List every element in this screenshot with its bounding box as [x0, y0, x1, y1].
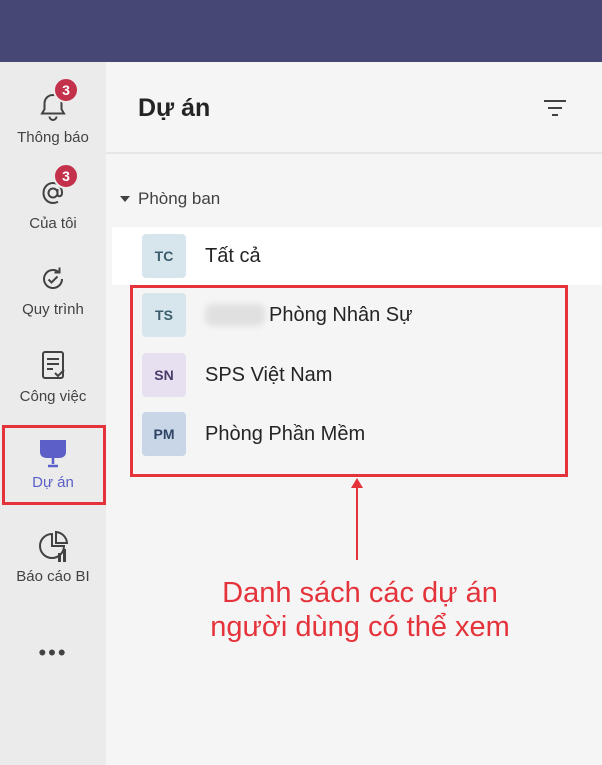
rail-item-label: Quy trình	[22, 301, 84, 318]
annotation-arrow-line	[356, 484, 358, 560]
annotation-line-2: người dùng có thể xem	[210, 611, 510, 643]
filter-icon[interactable]	[542, 98, 568, 118]
project-list-highlight-box	[130, 285, 568, 477]
annotation-text: Danh sách các dự án người dùng có thể xe…	[140, 576, 580, 644]
task-list-icon	[33, 346, 73, 386]
left-app-rail: 3 Thông báo 3 Của tôi Quy trình Công việ…	[0, 62, 106, 765]
rail-item-notifications[interactable]: 3 Thông báo	[0, 77, 106, 161]
rail-item-label: Của tôi	[29, 215, 77, 232]
rail-item-process[interactable]: Quy trình	[0, 255, 106, 333]
rail-item-bi-reports[interactable]: Báo cáo BI	[0, 522, 106, 600]
mine-count-badge: 3	[53, 163, 79, 189]
caret-down-icon	[120, 196, 130, 202]
panel-header: Dự án	[106, 62, 602, 154]
project-avatar: TC	[142, 234, 186, 278]
notification-count-badge: 3	[53, 77, 79, 103]
rail-item-label: Báo cáo BI	[16, 568, 90, 585]
rail-item-label: Công việc	[19, 388, 87, 405]
more-apps-button[interactable]: •••	[0, 640, 106, 666]
active-item-highlight-box	[2, 425, 106, 505]
group-label: Phòng ban	[138, 189, 221, 208]
group-header-departments[interactable]: Phòng ban	[120, 189, 220, 209]
at-mention-icon: 3	[33, 163, 79, 213]
annotation-line-1: Danh sách các dự án	[222, 577, 498, 609]
bell-icon: 3	[33, 77, 79, 127]
project-name: Tất cả	[205, 244, 261, 267]
app-top-bar	[0, 0, 602, 62]
process-refresh-icon	[33, 259, 73, 299]
panel-title: Dự án	[138, 94, 211, 122]
rail-item-label: Thông báo	[17, 129, 89, 146]
rail-item-mine[interactable]: 3 Của tôi	[0, 163, 106, 247]
project-item-all[interactable]: TC Tất cả	[112, 227, 602, 285]
rail-item-tasks[interactable]: Công việc	[0, 342, 106, 420]
pie-chart-icon	[33, 526, 73, 566]
